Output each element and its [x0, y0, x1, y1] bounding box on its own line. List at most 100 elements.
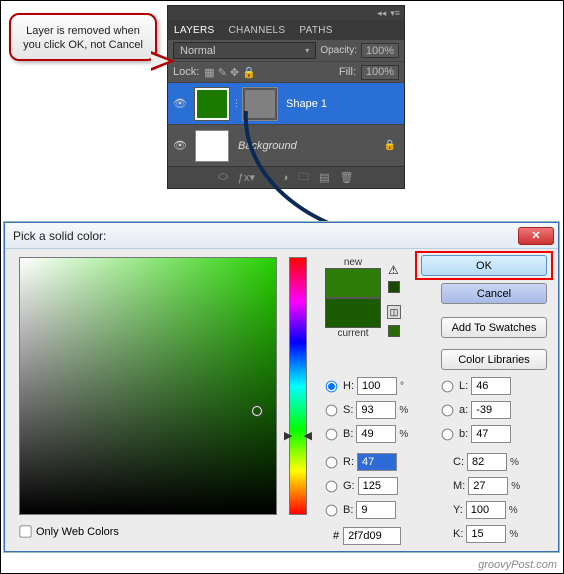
- lock-icons: ▦ ✎ ✥ 🔒: [204, 66, 256, 79]
- lock-icon: 🔒: [384, 140, 396, 151]
- color-picker-window: Pick a solid color: ✕ new current ⚠ ◫ OK…: [4, 222, 559, 552]
- bri-field[interactable]: 49: [356, 425, 396, 443]
- hex-field[interactable]: 2f7d09: [343, 527, 401, 545]
- layer-thumb[interactable]: [195, 130, 229, 162]
- lab-b-radio[interactable]: [442, 428, 454, 440]
- sat-label: S:: [343, 404, 353, 416]
- layer-thumb-mask[interactable]: [243, 88, 277, 120]
- bchan-row: B: 9: [325, 501, 396, 519]
- tab-layers[interactable]: LAYERS: [174, 25, 215, 36]
- color-cursor[interactable]: [252, 406, 262, 416]
- callout-tail: [151, 51, 175, 71]
- sat-radio[interactable]: [326, 404, 338, 416]
- hue-field[interactable]: 100: [357, 377, 397, 395]
- hue-handle[interactable]: [284, 429, 312, 442]
- layer-thumb-color[interactable]: [195, 88, 229, 120]
- sat-unit: %: [399, 405, 411, 416]
- r-label: R:: [343, 456, 354, 468]
- collapse-icon[interactable]: ◂◂: [377, 8, 386, 19]
- tab-channels[interactable]: CHANNELS: [229, 25, 286, 36]
- lock-all-icon[interactable]: 🔒: [242, 66, 256, 79]
- new-color-swatch[interactable]: [325, 268, 381, 298]
- layer-row-shape1[interactable]: 👁 ⋮ Shape 1: [168, 82, 404, 124]
- panel-menu-icon[interactable]: ▾≡: [390, 8, 400, 19]
- hue-label: H:: [343, 380, 354, 392]
- bchan-field[interactable]: 9: [356, 501, 396, 519]
- a-row: a: -39: [441, 401, 511, 419]
- mask-icon[interactable]: ◐: [265, 172, 272, 184]
- k-row: K: 15 %: [453, 525, 521, 543]
- m-field[interactable]: 27: [468, 477, 508, 495]
- websafe-warning-icon[interactable]: ◫: [387, 305, 401, 319]
- lock-move-icon[interactable]: ✥: [230, 66, 239, 79]
- layer-name: Shape 1: [286, 98, 327, 110]
- opacity-field[interactable]: 100%: [361, 43, 399, 58]
- hex-row: # 2f7d09: [333, 527, 401, 545]
- trash-icon[interactable]: 🗑: [340, 171, 354, 184]
- y-label: Y:: [453, 504, 463, 516]
- add-to-swatches-button[interactable]: Add To Swatches: [441, 317, 547, 338]
- c-label: C:: [453, 456, 464, 468]
- sat-field[interactable]: 93: [356, 401, 396, 419]
- l-field[interactable]: 46: [471, 377, 511, 395]
- titlebar[interactable]: Pick a solid color: ✕: [5, 223, 558, 249]
- y-row: Y: 100 %: [453, 501, 521, 519]
- layer-row-background[interactable]: 👁 Background 🔒: [168, 124, 404, 166]
- lab-b-field[interactable]: 47: [471, 425, 511, 443]
- cancel-button[interactable]: Cancel: [441, 283, 547, 304]
- hue-radio[interactable]: [326, 380, 338, 392]
- a-field[interactable]: -39: [471, 401, 511, 419]
- ok-button[interactable]: OK: [421, 255, 547, 276]
- hex-label: #: [333, 530, 339, 542]
- color-field[interactable]: [19, 257, 277, 515]
- panel-top-bar: ◂◂ ▾≡: [168, 6, 404, 20]
- bri-radio[interactable]: [326, 428, 338, 440]
- swatch-preview: new current: [325, 257, 381, 339]
- current-color-swatch[interactable]: [325, 298, 381, 328]
- websafe-swatch[interactable]: [388, 325, 400, 337]
- k-field[interactable]: 15: [466, 525, 506, 543]
- r-field[interactable]: 47: [357, 453, 397, 471]
- blend-mode-select[interactable]: Normal ▾: [173, 42, 316, 59]
- new-label: new: [325, 257, 381, 268]
- layers-panel: ◂◂ ▾≡ LAYERS CHANNELS PATHS Normal ▾ Opa…: [167, 5, 405, 189]
- visibility-toggle[interactable]: 👁: [168, 139, 192, 152]
- adjustment-icon[interactable]: ◑: [282, 172, 289, 184]
- only-web-colors-row: Only Web Colors: [19, 525, 119, 538]
- g-label: G:: [343, 480, 355, 492]
- group-icon[interactable]: 🗀: [298, 168, 309, 187]
- only-web-colors-checkbox[interactable]: [19, 525, 31, 537]
- g-field[interactable]: 125: [358, 477, 398, 495]
- color-libraries-button[interactable]: Color Libraries: [441, 349, 547, 370]
- visibility-toggle[interactable]: 👁: [168, 97, 192, 110]
- m-row: M: 27 %: [453, 477, 523, 495]
- link-layers-icon[interactable]: ⬭: [218, 171, 227, 184]
- fill-field[interactable]: 100%: [361, 65, 399, 80]
- l-radio[interactable]: [442, 380, 454, 392]
- bchan-radio[interactable]: [326, 504, 338, 516]
- chevron-down-icon: ▾: [305, 46, 309, 55]
- close-button[interactable]: ✕: [518, 227, 554, 245]
- annotation-callout: Layer is removed when you click OK, not …: [9, 13, 157, 61]
- bri-unit: %: [399, 429, 411, 440]
- c-field[interactable]: 82: [467, 453, 507, 471]
- lock-transparency-icon[interactable]: ▦: [204, 66, 214, 79]
- y-field[interactable]: 100: [466, 501, 506, 519]
- fill-label: Fill:: [339, 66, 356, 78]
- lock-paint-icon[interactable]: ✎: [218, 66, 227, 79]
- g-row: G: 125: [325, 477, 398, 495]
- window-title: Pick a solid color:: [13, 229, 518, 243]
- tab-paths[interactable]: PATHS: [299, 25, 332, 36]
- gamut-swatch[interactable]: [388, 281, 400, 293]
- new-layer-icon[interactable]: ▤: [319, 171, 329, 184]
- lab-b-label: b:: [459, 428, 468, 440]
- fx-icon[interactable]: ƒx▾: [238, 171, 255, 184]
- color-picker-body: new current ⚠ ◫ OK Cancel Add To Swatche…: [5, 249, 558, 551]
- panel-tabs: LAYERS CHANNELS PATHS: [168, 20, 404, 40]
- a-radio[interactable]: [442, 404, 454, 416]
- g-radio[interactable]: [326, 480, 338, 492]
- only-web-colors-label: Only Web Colors: [36, 526, 119, 538]
- r-radio[interactable]: [326, 456, 338, 468]
- hue-slider[interactable]: [289, 257, 307, 515]
- gamut-warning-icon[interactable]: ⚠: [388, 263, 399, 277]
